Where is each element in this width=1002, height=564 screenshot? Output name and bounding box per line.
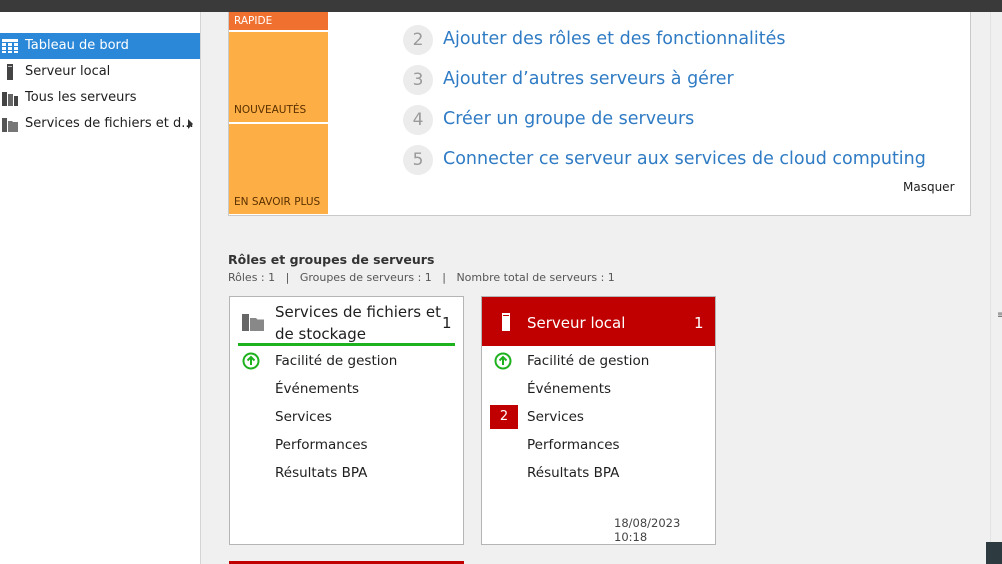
card-count: 1 <box>442 314 452 332</box>
events-row[interactable]: Événements <box>275 381 359 397</box>
tile-quickstart[interactable]: RAPIDE <box>229 12 328 30</box>
create-server-group-link[interactable]: Créer un groupe de serveurs <box>443 109 694 129</box>
sidebar-item-all-servers[interactable]: Tous les serveurs <box>0 85 200 111</box>
section-title: Rôles et groupes de serveurs <box>228 252 435 267</box>
services-row[interactable]: Services <box>527 409 584 425</box>
server-icon <box>7 64 13 80</box>
vertical-scrollbar[interactable] <box>990 12 1002 564</box>
card-title: Services de fichiers et de stockage <box>275 301 441 345</box>
sidebar-item-label: Services de fichiers et d... <box>25 116 194 131</box>
sidebar-item-label: Tous les serveurs <box>25 90 137 105</box>
performance-row[interactable]: Performances <box>275 437 368 453</box>
step-number: 4 <box>403 105 433 135</box>
add-roles-link[interactable]: Ajouter des rôles et des fonctionnalités <box>443 29 786 49</box>
sidebar-item-label: Tableau de bord <box>25 38 129 53</box>
file-services-icon <box>242 314 264 331</box>
services-row[interactable]: Services <box>275 409 332 425</box>
last-refresh-timestamp: 18/08/2023 10:18 <box>614 516 681 544</box>
sidebar-item-dashboard[interactable]: Tableau de bord <box>0 33 200 59</box>
manageability-row[interactable]: Facilité de gestion <box>275 353 397 369</box>
sidebar-item-label: Serveur local <box>25 64 111 79</box>
add-servers-link[interactable]: Ajouter d’autres serveurs à gérer <box>443 69 734 89</box>
role-card-file-storage[interactable]: Services de fichiers et de stockage 1 Fa… <box>229 296 464 545</box>
card-title-line: de stockage <box>275 325 367 343</box>
events-row[interactable]: Événements <box>527 381 611 397</box>
tile-whats-new[interactable]: NOUVEAUTÉS <box>229 32 328 122</box>
servers-icon <box>2 92 18 106</box>
up-arrow-ok-icon <box>494 352 512 370</box>
manageability-row[interactable]: Facilité de gestion <box>527 353 649 369</box>
role-card-local-server[interactable]: Serveur local 1 Facilité de gestion Évén… <box>481 296 716 545</box>
hide-link[interactable]: Masquer <box>903 180 955 194</box>
window-top-bar <box>0 0 1002 12</box>
step-number: 3 <box>403 65 433 95</box>
bpa-results-row[interactable]: Résultats BPA <box>275 465 367 481</box>
sidebar: Tableau de bord Serveur local Tous les s… <box>0 12 201 564</box>
connect-cloud-link[interactable]: Connecter ce serveur aux services de clo… <box>443 149 926 169</box>
tile-label: NOUVEAUTÉS <box>234 104 307 116</box>
status-ok-bar <box>238 343 455 346</box>
section-stats: Rôles : 1 | Groupes de serveurs : 1 | No… <box>228 271 615 284</box>
tile-learn-more[interactable]: EN SAVOIR PLUS <box>229 124 328 214</box>
bpa-results-row[interactable]: Résultats BPA <box>527 465 619 481</box>
step-number: 2 <box>403 25 433 55</box>
card-count: 1 <box>694 314 704 332</box>
card-title: Serveur local <box>527 314 626 332</box>
services-alert-badge: 2 <box>490 405 518 429</box>
scroll-grip-icon[interactable]: ≡ <box>997 310 1002 321</box>
dashboard-grid-icon <box>2 39 18 53</box>
tile-label: RAPIDE <box>234 15 273 27</box>
file-services-icon <box>2 118 18 132</box>
performance-row[interactable]: Performances <box>527 437 620 453</box>
sidebar-item-file-services[interactable]: Services de fichiers et d... <box>0 111 200 137</box>
window-corner <box>986 542 1002 564</box>
sidebar-item-local-server[interactable]: Serveur local <box>0 59 200 85</box>
server-icon <box>502 313 510 331</box>
tile-label: EN SAVOIR PLUS <box>234 196 321 208</box>
card-title-line: Services de fichiers et <box>275 303 441 321</box>
up-arrow-ok-icon <box>242 352 260 370</box>
step-number: 5 <box>403 145 433 175</box>
expand-arrow-icon[interactable] <box>188 119 193 129</box>
